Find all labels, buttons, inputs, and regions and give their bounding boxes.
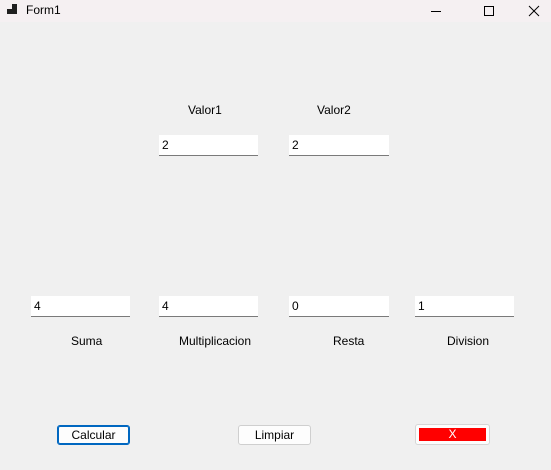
valor1-label: Valor1 bbox=[188, 103, 222, 117]
resta-output[interactable] bbox=[289, 296, 389, 317]
valor2-label: Valor2 bbox=[317, 103, 351, 117]
minimize-icon bbox=[431, 11, 441, 12]
title-bar: Form1 bbox=[0, 0, 551, 22]
suma-label: Suma bbox=[71, 334, 103, 348]
resta-label: Resta bbox=[333, 334, 365, 348]
valor2-input[interactable] bbox=[289, 135, 389, 156]
close-button[interactable] bbox=[511, 0, 551, 22]
limpiar-button[interactable]: Limpiar bbox=[238, 425, 311, 445]
minimize-button[interactable] bbox=[413, 0, 459, 22]
x-button-label: X bbox=[419, 428, 486, 441]
suma-output[interactable] bbox=[31, 296, 130, 317]
maximize-button[interactable] bbox=[466, 0, 512, 22]
calcular-button[interactable]: Calcular bbox=[57, 425, 130, 445]
multiplicacion-label: Multiplicacion bbox=[179, 334, 252, 348]
maximize-icon bbox=[484, 6, 494, 16]
multiplicacion-output[interactable] bbox=[159, 296, 258, 317]
close-icon bbox=[528, 5, 540, 17]
valor1-input[interactable] bbox=[159, 135, 258, 156]
division-label: Division bbox=[447, 334, 490, 348]
division-output[interactable] bbox=[415, 296, 514, 317]
form-app-icon bbox=[7, 4, 19, 16]
window-title: Form1 bbox=[26, 3, 61, 17]
x-button[interactable]: X bbox=[415, 424, 490, 445]
